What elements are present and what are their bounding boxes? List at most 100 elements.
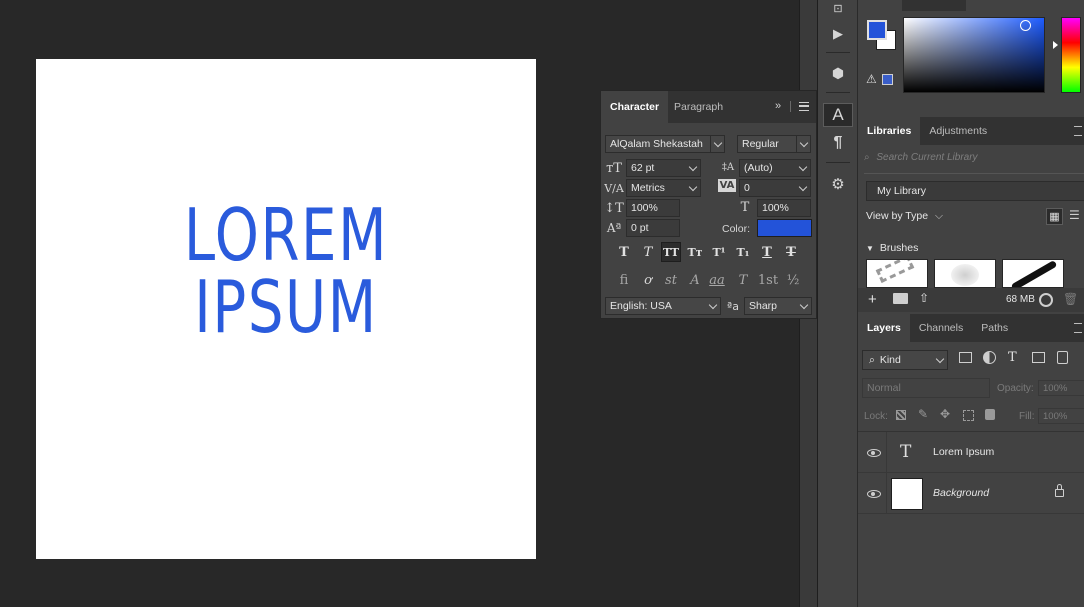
fractions-button[interactable]: ½: [783, 270, 803, 290]
tab-character[interactable]: Character: [601, 91, 669, 123]
library-select[interactable]: My Library: [866, 181, 1084, 201]
lock-all-icon[interactable]: [985, 409, 995, 420]
kerning-field[interactable]: Metrics: [626, 179, 701, 197]
list-view-icon[interactable]: ☰: [1069, 208, 1080, 222]
underline-button[interactable]: T: [757, 242, 777, 262]
3d-icon[interactable]: ⬢: [823, 61, 853, 85]
brush-thumbnail[interactable]: [1002, 259, 1064, 288]
faux-bold-button[interactable]: T: [614, 242, 634, 262]
layer-filter-select[interactable]: ⌕ Kind: [862, 350, 948, 370]
collapse-panel-icon[interactable]: »: [775, 100, 781, 112]
history-icon[interactable]: ⊡: [823, 0, 853, 20]
folder-icon[interactable]: [893, 293, 908, 304]
titling-alternates-button[interactable]: T: [733, 270, 753, 290]
view-by-label: View by Type: [866, 210, 929, 222]
tab-channels[interactable]: Channels: [910, 314, 972, 342]
brushes-section[interactable]: ▼ Brushes: [866, 242, 918, 254]
strip-separator: [826, 52, 850, 53]
ordinals-button[interactable]: 1st: [755, 270, 781, 290]
faux-italic-button[interactable]: T: [638, 242, 658, 262]
tracking-field[interactable]: 0: [739, 179, 811, 197]
chevron-down-icon: [796, 160, 810, 176]
strikethrough-button[interactable]: T: [781, 242, 801, 262]
swash-button[interactable]: A: [685, 270, 705, 290]
hue-slider-marker[interactable]: [1053, 41, 1058, 49]
language-select[interactable]: English: USA: [605, 297, 721, 315]
properties-icon[interactable]: ⚙: [823, 172, 853, 196]
creative-cloud-icon[interactable]: [1039, 293, 1053, 307]
panel-menu-icon[interactable]: [1074, 126, 1082, 136]
lock-image-pixels-icon[interactable]: ✎: [918, 407, 928, 421]
kerning-value: Metrics: [631, 182, 665, 194]
leading-value: (Auto): [744, 162, 773, 174]
type-layer-filter-icon[interactable]: T: [1008, 350, 1017, 365]
grid-view-icon[interactable]: ▦: [1046, 208, 1063, 225]
pixel-layer-filter-icon[interactable]: [959, 352, 972, 363]
antialias-select[interactable]: Sharp: [744, 297, 812, 315]
baseline-shift-field[interactable]: 0 pt: [626, 219, 680, 237]
discretionary-ligatures-button[interactable]: st: [661, 270, 681, 290]
shape-layer-filter-icon[interactable]: [1032, 352, 1045, 363]
tab-paths[interactable]: Paths: [972, 314, 1017, 342]
trash-icon[interactable]: 🗑: [1063, 292, 1078, 306]
lock-position-icon[interactable]: ✥: [940, 407, 950, 421]
font-style-select[interactable]: Regular: [737, 135, 811, 153]
tracking-icon: VA: [718, 179, 736, 192]
warning-icon: ⚠: [866, 72, 877, 86]
horizontal-scale-field[interactable]: 100%: [757, 199, 811, 217]
ligatures-button[interactable]: fi: [614, 270, 634, 290]
tab-divider: [790, 101, 791, 112]
visibility-eye-icon[interactable]: [867, 490, 881, 498]
blend-mode-select[interactable]: Normal: [862, 378, 990, 398]
font-family-select[interactable]: AlQalam Shekastah: [605, 135, 725, 153]
subscript-button[interactable]: T₁: [733, 242, 753, 262]
small-caps-button[interactable]: Tт: [685, 242, 705, 262]
layer-thumbnail: [891, 478, 923, 510]
fill-field[interactable]: 100%: [1038, 408, 1084, 424]
tab-libraries[interactable]: Libraries: [858, 117, 921, 145]
chevron-down-icon: [706, 298, 720, 314]
view-by-dropdown[interactable]: View by Type ⌵: [866, 210, 943, 223]
font-size-field[interactable]: 62 pt: [626, 159, 701, 177]
lock-transparent-pixels-icon[interactable]: [896, 410, 906, 420]
chevron-down-icon: [686, 160, 700, 176]
color-picker-cursor[interactable]: [1020, 20, 1031, 31]
stylistic-alternates-button[interactable]: aa: [707, 270, 727, 290]
adjustment-layer-filter-icon[interactable]: [983, 351, 996, 364]
text-color-swatch[interactable]: [757, 219, 812, 237]
panel-menu-icon[interactable]: [799, 102, 809, 111]
play-icon[interactable]: ▶: [823, 22, 853, 46]
document-canvas[interactable]: LOREM IPSUM: [36, 59, 536, 559]
layer-row-text[interactable]: T Lorem Ipsum: [858, 432, 1084, 473]
all-caps-button[interactable]: TT: [661, 242, 681, 262]
superscript-button[interactable]: T¹: [709, 242, 729, 262]
tab-paragraph[interactable]: Paragraph: [665, 91, 732, 123]
color-panel-tab[interactable]: [902, 0, 966, 11]
font-size-value: 62 pt: [631, 162, 655, 174]
tab-adjustments[interactable]: Adjustments: [920, 117, 996, 145]
contextual-alternates-button[interactable]: ơ: [638, 270, 658, 290]
character-panel-icon[interactable]: A: [823, 103, 853, 127]
lock-artboard-icon[interactable]: [963, 410, 974, 421]
opacity-field[interactable]: 100%: [1038, 380, 1084, 396]
brush-thumbnail[interactable]: [866, 259, 928, 288]
library-search-input[interactable]: ⌕ Search Current Library: [864, 152, 1084, 170]
tab-layers[interactable]: Layers: [858, 314, 910, 342]
layer-name[interactable]: Lorem Ipsum: [933, 446, 994, 458]
hue-slider[interactable]: [1061, 17, 1081, 93]
web-safe-swatch[interactable]: [882, 74, 893, 85]
upload-icon[interactable]: ⇧: [919, 291, 929, 305]
layer-row-background[interactable]: Background: [858, 473, 1084, 514]
add-icon[interactable]: +: [868, 291, 877, 308]
visibility-eye-icon[interactable]: [867, 449, 881, 457]
leading-field[interactable]: (Auto): [739, 159, 811, 177]
storage-label: 68 MB: [1006, 294, 1035, 305]
paragraph-panel-icon[interactable]: ¶: [823, 131, 853, 155]
foreground-color-swatch[interactable]: [867, 20, 887, 40]
panel-menu-icon[interactable]: [1074, 323, 1082, 333]
smart-object-filter-icon[interactable]: [1057, 351, 1068, 364]
vertical-scale-field[interactable]: 100%: [626, 199, 680, 217]
layer-name[interactable]: Background: [933, 487, 989, 499]
brush-thumbnail[interactable]: [934, 259, 996, 288]
canvas-text-layer[interactable]: LOREM IPSUM: [91, 199, 481, 343]
